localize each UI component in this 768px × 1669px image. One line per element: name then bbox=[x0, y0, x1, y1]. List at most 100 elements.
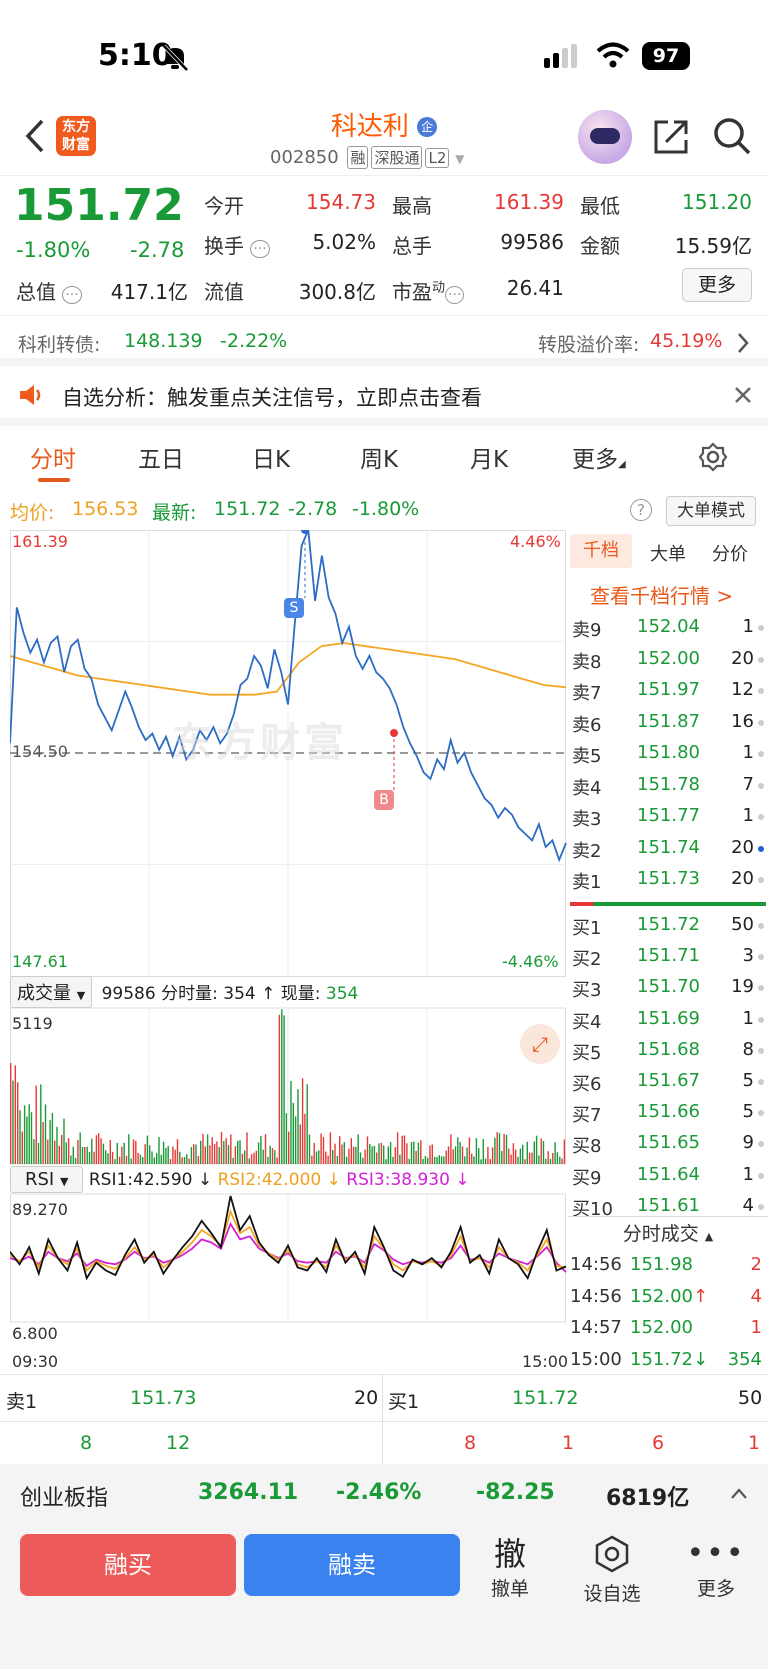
close-icon[interactable] bbox=[734, 386, 752, 404]
now-volume-label: 现量: bbox=[280, 984, 321, 1004]
assistant-avatar[interactable] bbox=[578, 110, 632, 164]
order-dot-icon bbox=[758, 845, 764, 852]
ask-row[interactable]: 卖4 151.78 7 bbox=[568, 770, 768, 801]
settings-icon[interactable] bbox=[698, 442, 728, 472]
volume-bar bbox=[491, 1147, 494, 1164]
trades-title-text: 分时成交 bbox=[622, 1223, 699, 1245]
tab-daily-k[interactable]: 日K bbox=[252, 440, 290, 474]
index-ticker[interactable]: 创业板指 3264.11 -2.46% -82.25 6819亿 bbox=[0, 1464, 768, 1526]
volume-bar bbox=[336, 1155, 339, 1164]
sell-marker[interactable]: S bbox=[284, 598, 304, 618]
tab-more-label: 更多 bbox=[572, 447, 618, 473]
stock-code-row[interactable]: 002850 融深股通 L2 ▼ bbox=[270, 146, 464, 169]
expand-icon[interactable]: ⤢ bbox=[520, 1024, 560, 1064]
help-icon[interactable]: ? bbox=[630, 499, 652, 521]
ask-label: 卖3 bbox=[572, 809, 602, 830]
pe-label[interactable]: 市盈动 ··· bbox=[392, 276, 465, 305]
index-name: 创业板指 bbox=[20, 1486, 109, 1511]
margin-buy-button[interactable]: 融买 bbox=[20, 1534, 236, 1596]
volume-bar bbox=[174, 1149, 176, 1164]
ask-row[interactable]: 卖9 152.04 1 bbox=[568, 612, 768, 643]
turnover-label[interactable]: 换手 ··· bbox=[204, 230, 270, 259]
tab-monthly-k[interactable]: 月K bbox=[470, 440, 508, 474]
queue-right-3: 1 bbox=[748, 1432, 761, 1454]
order-dot-icon bbox=[758, 1079, 764, 1085]
bid-row[interactable]: 买2 151.71 3 bbox=[568, 941, 768, 972]
queue-left-1: 12 bbox=[166, 1432, 191, 1454]
rsi-indicator-select[interactable]: RSI ▼ bbox=[10, 1166, 84, 1193]
view-depth-link[interactable]: 查看千档行情 > bbox=[590, 580, 733, 609]
intraday-chart[interactable] bbox=[10, 530, 568, 1376]
volume-indicator-select[interactable]: 成交量 ▼ bbox=[10, 976, 93, 1008]
volume-bar bbox=[262, 1149, 264, 1164]
bid-price: 151.67 bbox=[637, 1070, 700, 1091]
volume-bar bbox=[130, 1158, 132, 1164]
bid-row[interactable]: 买6 151.67 5 bbox=[568, 1066, 768, 1097]
volume-bar bbox=[394, 1147, 396, 1164]
ask-row[interactable]: 卖1 151.73 20 bbox=[568, 864, 768, 895]
volume-bar bbox=[151, 1151, 153, 1164]
bid-row[interactable]: 买5 151.68 8 bbox=[568, 1035, 768, 1066]
ask-row[interactable]: 卖7 151.97 12 bbox=[568, 675, 768, 706]
share-icon[interactable] bbox=[652, 118, 690, 156]
volume-bar bbox=[28, 1104, 30, 1164]
tab-more[interactable]: 更多◢ bbox=[572, 440, 626, 474]
order-dot-icon bbox=[758, 1141, 764, 1148]
premium-value: 45.19% bbox=[650, 330, 723, 352]
bid-row[interactable]: 买4 151.69 1 bbox=[568, 1004, 768, 1035]
volume-bar bbox=[415, 1150, 417, 1164]
add-watchlist-button[interactable]: 设自选 bbox=[572, 1534, 652, 1606]
search-icon[interactable] bbox=[712, 116, 752, 156]
chart-top-price: 161.39 bbox=[12, 532, 68, 551]
tab-weekly-k[interactable]: 周K bbox=[360, 440, 398, 474]
tab-five-day[interactable]: 五日 bbox=[138, 440, 184, 474]
ask-volume: 16 bbox=[731, 710, 754, 732]
more-actions-button[interactable]: ••• 更多 bbox=[676, 1534, 756, 1601]
buy-marker[interactable]: B bbox=[374, 790, 394, 810]
volume-bar bbox=[427, 1157, 429, 1164]
ask-volume: 7 bbox=[742, 773, 754, 795]
volume-bar bbox=[98, 1133, 100, 1164]
ask-row[interactable]: 卖2 151.74 20 bbox=[568, 833, 768, 864]
volume-bar bbox=[389, 1141, 392, 1164]
mktcap-label[interactable]: 总值 ··· bbox=[16, 276, 82, 305]
tab-intraday[interactable]: 分时 bbox=[30, 440, 76, 474]
bid-row[interactable]: 买1 151.72 50 bbox=[568, 910, 768, 941]
ask-row[interactable]: 卖5 151.80 1 bbox=[568, 738, 768, 769]
tab-price-dist[interactable]: 分价 bbox=[712, 540, 748, 566]
bond-price: 148.139 bbox=[124, 330, 203, 352]
trades-title[interactable]: 分时成交 ▲ bbox=[568, 1216, 768, 1250]
time-start-label: 09:30 bbox=[12, 1352, 59, 1371]
latest-pct: -1.80% bbox=[352, 498, 420, 520]
ask-row[interactable]: 卖3 151.77 1 bbox=[568, 801, 768, 832]
volume-bar bbox=[125, 1155, 128, 1164]
volume-bar bbox=[362, 1157, 364, 1164]
big-order-mode-button[interactable]: 大单模式 bbox=[666, 496, 756, 526]
trade-price: 152.00↑ bbox=[630, 1286, 708, 1307]
more-button[interactable]: 更多 bbox=[682, 268, 752, 302]
volume-bar bbox=[37, 1143, 40, 1164]
margin-sell-button[interactable]: 融卖 bbox=[244, 1534, 460, 1596]
tab-big-order[interactable]: 大单 bbox=[650, 540, 686, 566]
ask-row[interactable]: 卖6 151.87 16 bbox=[568, 707, 768, 738]
bottom-sell-label: 卖1 bbox=[6, 1391, 38, 1413]
high-label: 最高 bbox=[392, 194, 432, 218]
volume-bar bbox=[392, 1156, 394, 1164]
cancel-order-button[interactable]: 撤 撤单 bbox=[470, 1534, 550, 1601]
convertible-bond-row[interactable]: 科利转债: 148.139 -2.22% 转股溢价率: 45.19% bbox=[0, 318, 768, 366]
volume-bar bbox=[522, 1144, 524, 1164]
volume-bar bbox=[186, 1154, 188, 1164]
ask-volume: 20 bbox=[731, 647, 754, 669]
volume-bar bbox=[144, 1144, 146, 1164]
volume-bar bbox=[250, 1154, 253, 1164]
bid-row[interactable]: 买8 151.65 9 bbox=[568, 1128, 768, 1159]
volume-bar bbox=[255, 1150, 257, 1164]
ask-row[interactable]: 卖8 152.00 20 bbox=[568, 644, 768, 675]
bid-row[interactable]: 买3 151.70 19 bbox=[568, 972, 768, 1003]
tab-thousand-level[interactable]: 千档 bbox=[570, 534, 632, 568]
bid-row[interactable]: 买9 151.64 1 bbox=[568, 1160, 768, 1191]
mktcap-value: 417.1亿 bbox=[110, 280, 188, 304]
alert-banner[interactable]: 自选分析：触发重点关注信号，立即点击查看 bbox=[0, 366, 768, 426]
bid-row[interactable]: 买7 151.66 5 bbox=[568, 1097, 768, 1128]
tag-connect: 深股通 bbox=[371, 146, 423, 169]
